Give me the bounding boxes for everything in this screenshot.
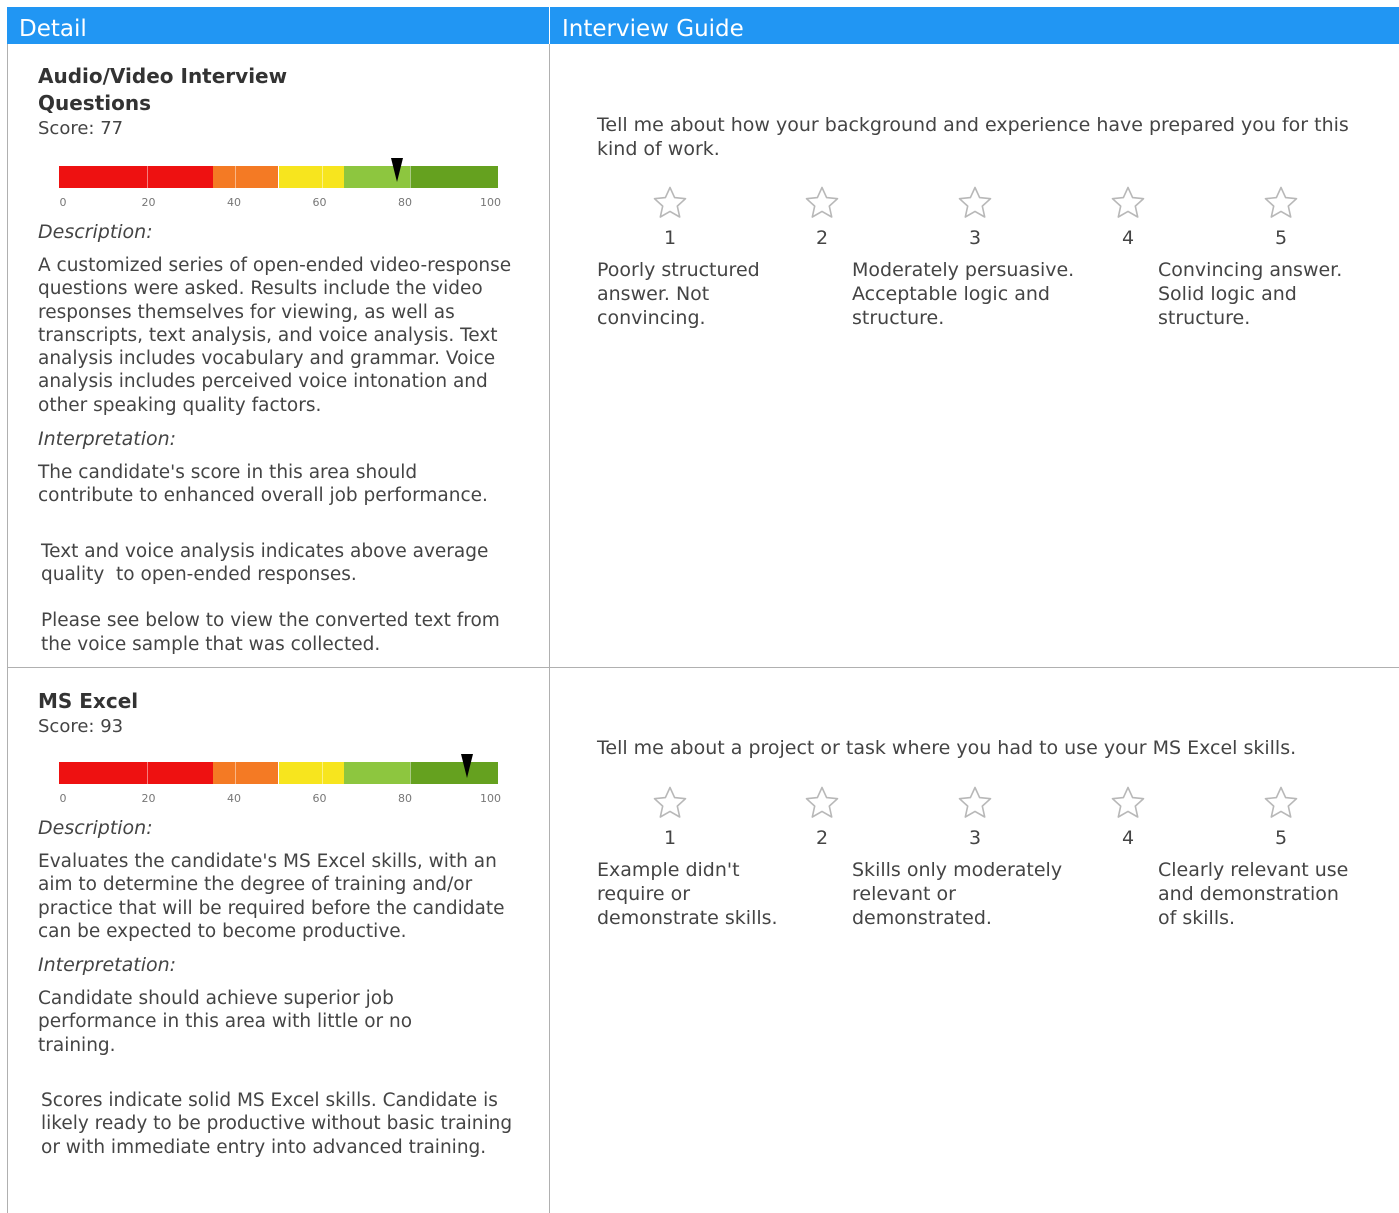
rating-number: 3 <box>968 227 982 249</box>
score-bar-segment <box>212 166 279 188</box>
score-bar-segment <box>59 762 213 784</box>
score-bar-tick <box>146 762 148 784</box>
score-bar-tick <box>410 166 412 188</box>
score-axis-label: 20 <box>141 792 156 805</box>
column-divider <box>549 44 550 1213</box>
star-icon[interactable] <box>1263 785 1299 821</box>
rating-number: 2 <box>815 227 829 249</box>
section-title: Audio/Video Interview Questions <box>38 64 288 115</box>
rating-anchor-text: Poorly structured answer. Not convincing… <box>597 259 760 329</box>
score-bar-segment <box>59 166 213 188</box>
left-border <box>7 44 8 1213</box>
score-axis-label: 60 <box>312 792 327 805</box>
score-bar-segment <box>410 762 498 784</box>
star-icon[interactable] <box>804 185 840 221</box>
star-icon[interactable] <box>957 185 993 221</box>
rating-number: 4 <box>1121 227 1135 249</box>
section-audio-video-body: Description: A customized series of open… <box>38 220 518 656</box>
score-bar-tick <box>234 762 236 784</box>
rating-number: 1 <box>663 827 677 849</box>
star-icon[interactable] <box>652 185 688 221</box>
rating-number: 3 <box>968 827 982 849</box>
score-marker <box>461 754 474 778</box>
star-icon[interactable] <box>652 785 688 821</box>
rating-number: 5 <box>1274 827 1288 849</box>
score-label: Score: 77 <box>38 118 124 139</box>
interpretation-label: Interpretation: <box>38 428 177 451</box>
rating-number: 2 <box>815 827 829 849</box>
description-label: Description: <box>38 221 153 243</box>
score-bar-tick <box>410 762 412 784</box>
score-bar-segment <box>278 166 345 188</box>
score-bar-tick <box>146 166 148 188</box>
section-ms-excel: MS Excel Score: 93 <box>38 688 518 739</box>
rating-anchor-text: Clearly relevant use and demonstration o… <box>1158 859 1349 929</box>
score-axis-label: 40 <box>227 196 241 209</box>
interpretation-text: Candidate should achieve superior job pe… <box>38 988 418 1056</box>
description-label: Description: <box>38 817 153 839</box>
rating-anchor-text: Example didn't require or demonstrate sk… <box>597 859 778 929</box>
rating-anchor-text: Skills only moderately relevant or demon… <box>852 859 1063 929</box>
interpretation-label: Interpretation: <box>38 954 177 977</box>
interview-question: Tell me about a project or task where yo… <box>597 737 1297 759</box>
score-axis-label: 60 <box>312 196 327 209</box>
score-bar-segment <box>344 762 411 784</box>
score-axis-label: 20 <box>141 196 156 209</box>
header-interview-guide: Interview Guide <box>549 7 1399 44</box>
star-icon[interactable] <box>804 785 840 821</box>
score-bar-tick <box>322 762 324 784</box>
score-axis-label: 40 <box>227 792 241 805</box>
score-marker <box>391 158 404 182</box>
note-text-2: Please see below to view the converted t… <box>41 610 506 655</box>
star-icon[interactable] <box>957 785 993 821</box>
rating-anchor-text: Moderately persuasive. Acceptable logic … <box>852 259 1075 329</box>
section-ms-excel-body: Description: Evaluates the candidate's M… <box>38 816 518 1159</box>
rating-number: 5 <box>1274 227 1288 249</box>
star-icon[interactable] <box>1263 185 1299 221</box>
score-axis-label: 0 <box>59 196 67 209</box>
score-axis-label: 80 <box>398 196 412 209</box>
score-bar-segment <box>212 762 279 784</box>
score-bar-tick <box>234 166 236 188</box>
score-axis-label: 0 <box>59 792 67 805</box>
score-bar: 0 20 40 60 80 100 <box>59 158 501 209</box>
score-bar-segment <box>410 166 498 188</box>
star-icon[interactable] <box>1110 185 1146 221</box>
score-bar: 0 20 40 60 80 100 <box>59 754 501 805</box>
score-axis-label: 100 <box>480 792 501 805</box>
header-detail: Detail <box>19 16 87 42</box>
score-axis-label: 80 <box>398 792 412 805</box>
description-text: A customized series of open-ended video-… <box>38 255 518 416</box>
star-icon[interactable] <box>1110 785 1146 821</box>
description-text: Evaluates the candidate's MS Excel skill… <box>38 851 511 942</box>
section-audio-video: Audio/Video Interview Questions Score: 7… <box>38 63 518 141</box>
row-divider <box>7 667 1399 668</box>
interview-question: Tell me about how your background and ex… <box>597 114 1349 160</box>
section-title: MS Excel <box>38 689 139 713</box>
score-bar-segment <box>278 762 345 784</box>
table-header: Detail Interview Guide <box>7 7 1399 44</box>
rating-anchor-text: Convincing answer. Solid logic and struc… <box>1158 259 1343 329</box>
note-text: Text and voice analysis indicates above … <box>41 540 495 585</box>
rating-number: 4 <box>1121 827 1135 849</box>
interpretation-text: The candidate's score in this area shoul… <box>38 462 488 507</box>
score-axis-label: 100 <box>480 196 501 209</box>
rating-number: 1 <box>663 227 677 249</box>
score-label: Score: 93 <box>38 716 124 737</box>
score-bar-tick <box>322 166 324 188</box>
note-text: Scores indicate solid MS Excel skills. C… <box>41 1090 519 1158</box>
